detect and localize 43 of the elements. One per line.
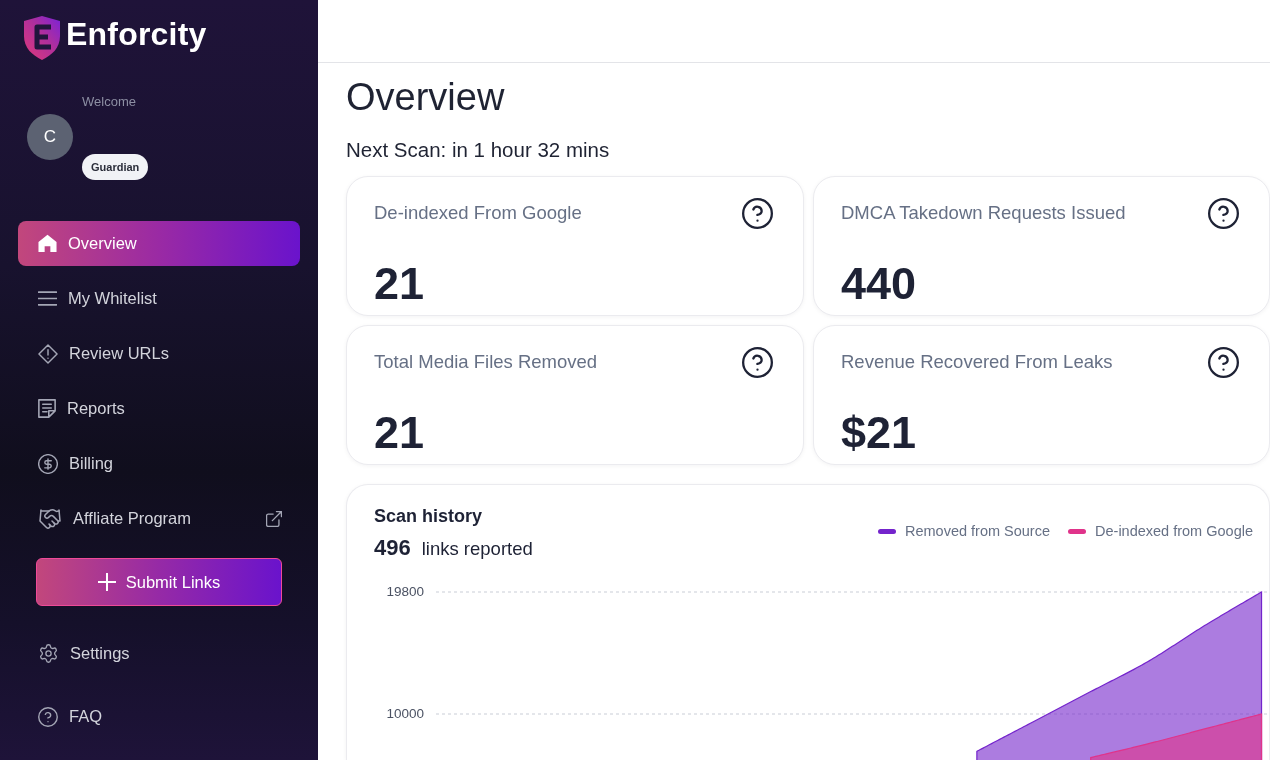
help-icon	[742, 346, 773, 378]
nav-item[interactable]: Reports	[18, 386, 300, 431]
nav-item[interactable]: Review URLs	[18, 331, 300, 376]
stat-label: De-indexed From Google	[374, 202, 582, 224]
axis-label: 10000	[386, 705, 424, 721]
help-icon	[38, 706, 58, 727]
nav-item[interactable]: FAQ	[18, 694, 300, 739]
nav-item[interactable]: Billing	[18, 441, 300, 486]
stat-label: Total Media Files Removed	[374, 351, 598, 373]
nav-item[interactable]: Overview	[18, 221, 300, 266]
legend-label: Removed from Source	[904, 523, 1050, 539]
document-icon	[38, 399, 56, 418]
handshake-icon	[38, 506, 62, 531]
help-icon	[1208, 346, 1239, 378]
total-count: 496	[374, 534, 411, 562]
stat-label: DMCA Takedown Requests Issued	[841, 202, 1126, 224]
nav-item[interactable]: Affliate Program	[18, 496, 300, 541]
home-icon	[38, 234, 57, 253]
stat-value: $21	[841, 409, 917, 457]
total-label: links reported	[421, 537, 533, 561]
help-icon	[742, 197, 773, 229]
page-title: Overview	[346, 75, 506, 120]
stat-value: 21	[374, 260, 425, 308]
nav-item[interactable]: Settings	[18, 631, 300, 676]
menu-icon	[38, 291, 57, 306]
role-badge: Guardian	[82, 154, 149, 180]
stat-value: 440	[841, 260, 917, 308]
shield-logo-icon	[22, 15, 62, 61]
axis-label: 19800	[386, 583, 424, 599]
help-icon	[1208, 197, 1239, 229]
nav-item[interactable]: My Whitelist	[18, 276, 300, 321]
settings-icon	[38, 643, 59, 664]
brand-name: Enforcity	[66, 15, 207, 53]
greeting-text: Welcome	[82, 94, 136, 110]
next-scan-text: Next Scan: in 1 hour 32 mins	[346, 138, 611, 162]
stat-label: Revenue Recovered From Leaks	[841, 351, 1113, 373]
plus-icon	[97, 573, 116, 591]
legend-label: De-indexed from Google	[1095, 523, 1253, 539]
submit-links-button[interactable]: Submit Links	[36, 558, 282, 606]
avatar: C	[27, 114, 73, 160]
stat-value: 21	[374, 409, 425, 457]
chart-title: Scan history	[374, 505, 484, 527]
diamond-alert-icon	[38, 343, 58, 364]
